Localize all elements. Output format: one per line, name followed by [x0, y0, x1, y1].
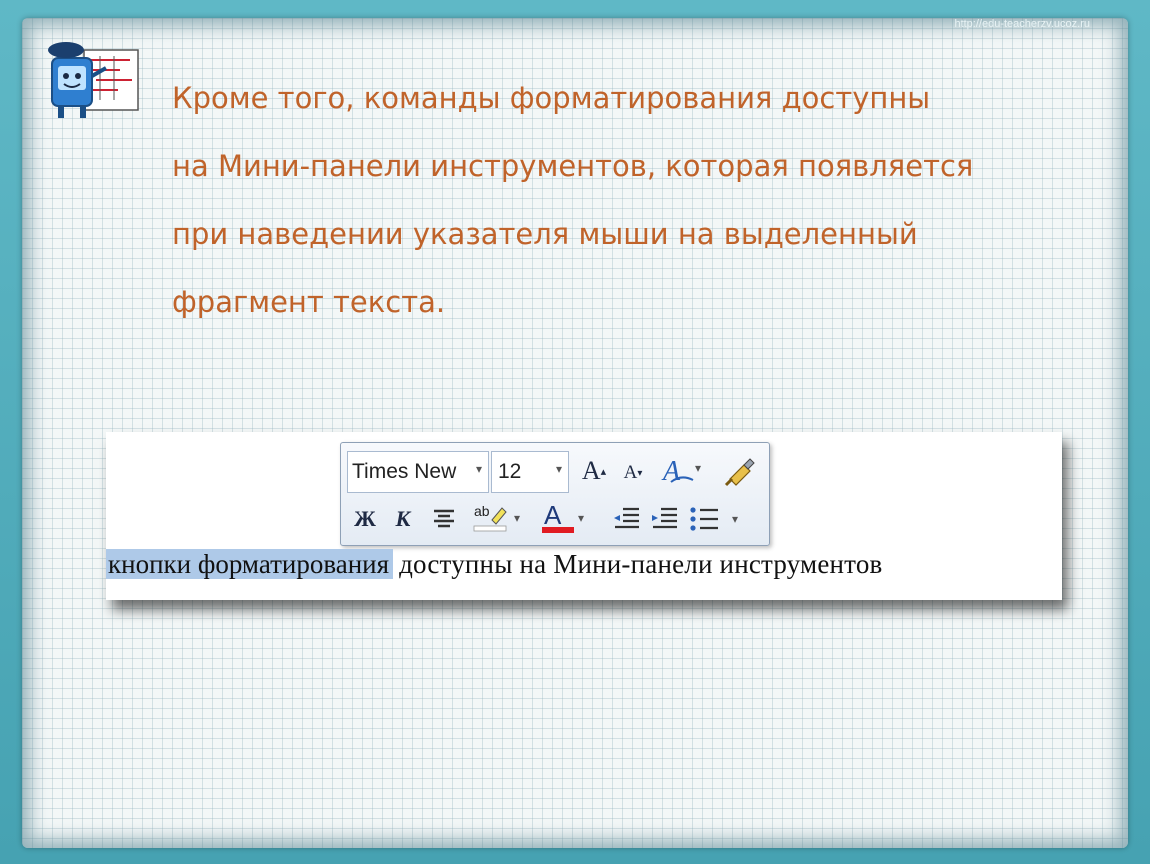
font-name-combobox[interactable]: Times New ▾	[347, 451, 489, 493]
svg-text:ab: ab	[474, 503, 490, 519]
bullets-icon[interactable]: ▾	[687, 501, 751, 537]
shrink-font-icon[interactable]: A ▾	[617, 455, 649, 491]
font-size-combobox[interactable]: 12 ▾	[491, 451, 569, 493]
source-url: http://edu-teacherzv.ucoz.ru	[954, 18, 1090, 30]
document-text: доступны на Мини-панели инструментов	[399, 549, 883, 579]
svg-text:A: A	[544, 500, 562, 530]
svg-text:A: A	[661, 456, 681, 487]
selected-text[interactable]: кнопки форматирования	[106, 549, 394, 579]
chevron-down-icon[interactable]: ▾	[556, 462, 562, 476]
decrease-indent-icon[interactable]	[609, 501, 643, 537]
font-size-value: 12	[498, 460, 522, 483]
bold-icon[interactable]: Ж	[349, 501, 381, 537]
svg-text:▾: ▾	[514, 511, 520, 525]
word-screenshot: Times New ▾ 12 ▾ A ▴ A ▾ A ▾ Ж К ab ▾ A …	[106, 432, 1062, 600]
body-line-4: фрагмент текста.	[172, 285, 446, 319]
center-align-icon[interactable]	[427, 501, 461, 537]
highlight-icon[interactable]: ab ▾	[469, 499, 529, 535]
slide-body-text: Кроме того, команды форматирования досту…	[172, 64, 1072, 336]
svg-text:▾: ▾	[732, 512, 738, 526]
increase-indent-icon[interactable]	[647, 501, 681, 537]
font-color-icon[interactable]: A ▾	[537, 499, 593, 535]
body-line-2: на Мини-панели инструментов, которая поя…	[172, 149, 974, 183]
italic-icon[interactable]: К	[387, 501, 419, 537]
body-line-3: при наведении указателя мыши на выделенн…	[172, 217, 918, 251]
mini-toolbar: Times New ▾ 12 ▾ A ▴ A ▾ A ▾ Ж К ab ▾ A …	[340, 442, 770, 546]
format-painter-icon[interactable]	[719, 453, 759, 489]
grow-font-icon[interactable]: A ▴	[577, 453, 611, 489]
document-text-line: кнопки форматирования доступны на Мини-па…	[106, 549, 1062, 593]
computer-mascot-icon	[48, 42, 139, 118]
svg-text:▾: ▾	[578, 511, 584, 525]
chevron-down-icon[interactable]: ▾	[476, 462, 482, 476]
font-name-value: Times New	[352, 460, 457, 483]
styles-icon[interactable]: A ▾	[659, 453, 709, 489]
svg-text:▾: ▾	[695, 461, 701, 475]
body-line-1: Кроме того, команды форматирования досту…	[172, 81, 931, 115]
